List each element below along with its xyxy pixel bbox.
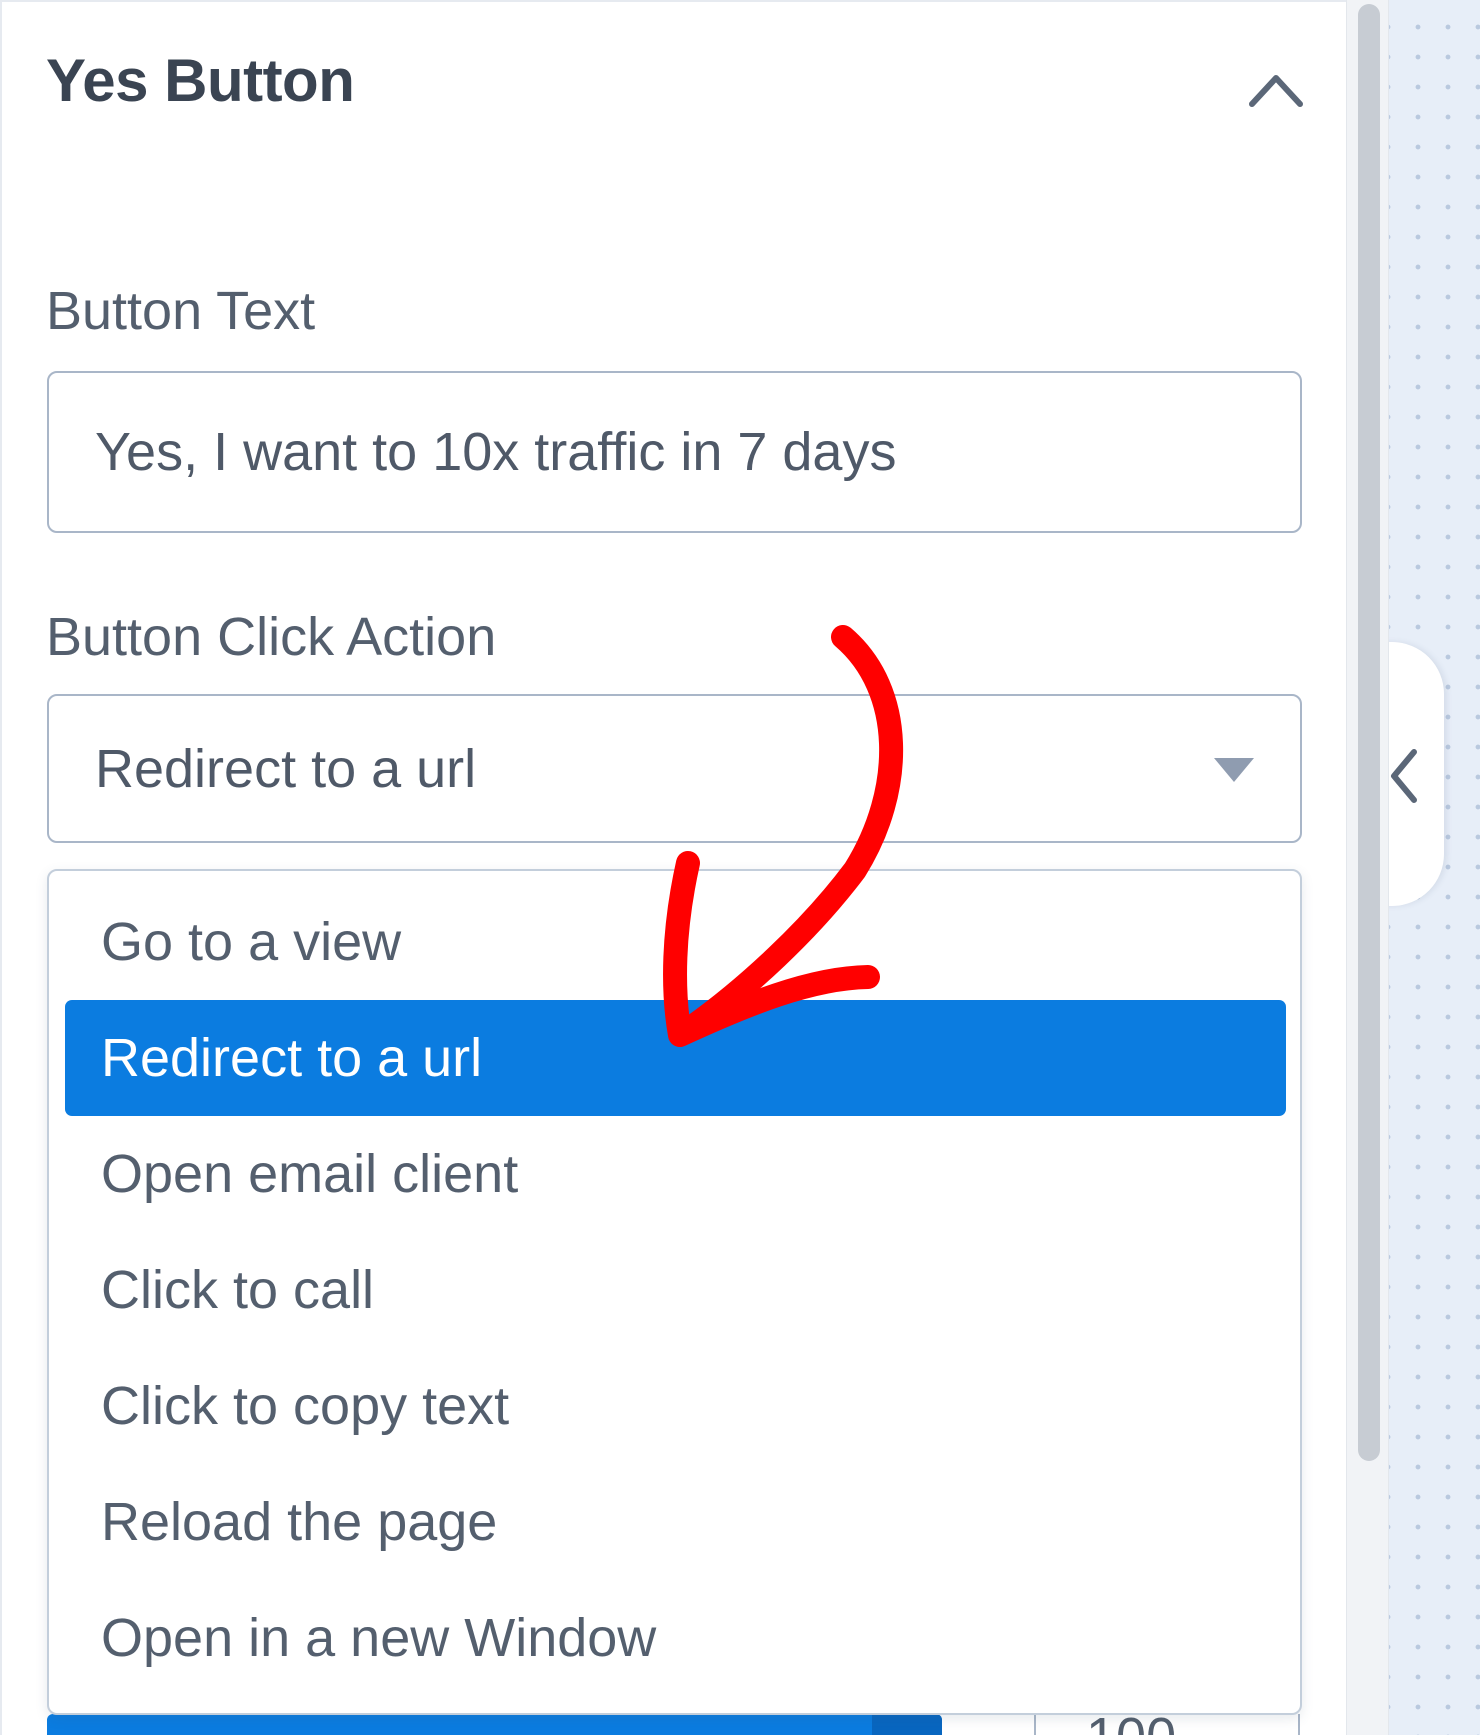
- scrollbar-thumb[interactable]: [1358, 4, 1380, 1461]
- below-color-control[interactable]: [47, 1714, 942, 1735]
- button-click-action-label: Button Click Action: [46, 607, 497, 667]
- below-number-value: 100: [1086, 1714, 1176, 1735]
- click-action-dropdown-menu: Go to a view Redirect to a url Open emai…: [47, 869, 1302, 1715]
- scrollbar-track[interactable]: [1346, 0, 1389, 1735]
- chevron-left-icon: [1391, 749, 1417, 803]
- button-text-label: Button Text: [46, 281, 316, 341]
- select-value: Redirect to a url: [95, 738, 477, 799]
- screen: Yes Button Button Text Button Click Acti…: [0, 0, 1480, 1735]
- dropdown-option-reload-page[interactable]: Reload the page: [65, 1464, 1286, 1580]
- dropdown-option-go-to-view[interactable]: Go to a view: [65, 884, 1286, 1000]
- dropdown-option-open-new-window[interactable]: Open in a new Window: [65, 1580, 1286, 1696]
- button-text-input[interactable]: [47, 371, 1302, 533]
- section-title: Yes Button: [46, 47, 355, 114]
- chevron-up-icon[interactable]: [1246, 66, 1306, 110]
- button-click-action-select[interactable]: Redirect to a url: [47, 694, 1302, 843]
- dropdown-option-click-to-copy-text[interactable]: Click to copy text: [65, 1348, 1286, 1464]
- dropdown-option-click-to-call[interactable]: Click to call: [65, 1232, 1286, 1348]
- caret-down-icon: [1214, 758, 1254, 782]
- dropdown-option-open-email-client[interactable]: Open email client: [65, 1116, 1286, 1232]
- settings-panel: Yes Button Button Text Button Click Acti…: [0, 0, 1346, 1735]
- below-number-input[interactable]: 100: [1034, 1714, 1300, 1735]
- dropdown-option-redirect-url[interactable]: Redirect to a url: [65, 1000, 1286, 1116]
- below-color-segment[interactable]: [872, 1714, 942, 1735]
